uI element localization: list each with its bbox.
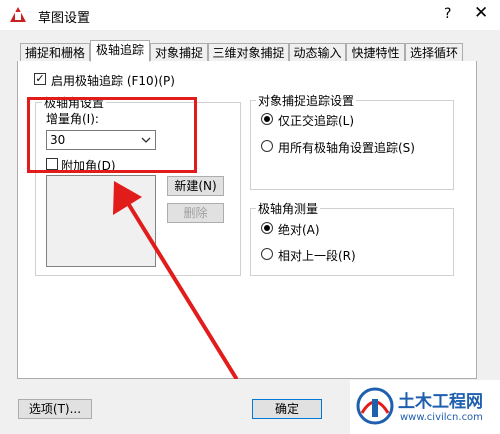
watermark-url: www.civilcn.com xyxy=(400,412,483,423)
watermark-title: 土木工程网 xyxy=(398,392,483,412)
watermark-logo: 土木工程网 www.civilcn.com xyxy=(350,380,500,434)
logo-emblem-icon xyxy=(356,387,394,425)
tab-polar-tracking[interactable]: 极轴追踪 xyxy=(90,40,150,62)
annotation-arrow xyxy=(113,181,238,380)
ok-button[interactable]: 确定 xyxy=(252,399,322,419)
options-button[interactable]: 选项(T)... xyxy=(18,399,92,419)
